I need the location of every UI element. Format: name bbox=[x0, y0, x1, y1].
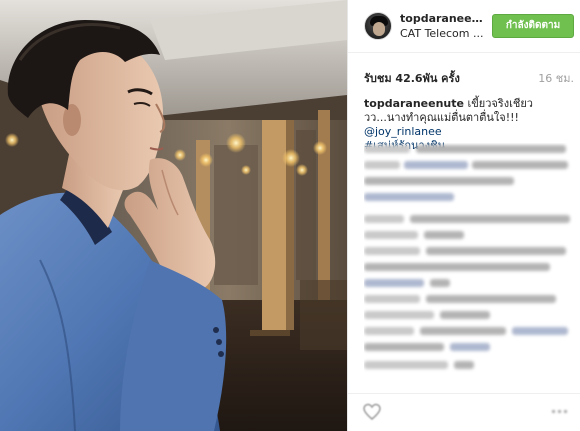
comment-text bbox=[430, 279, 450, 287]
comment-text bbox=[472, 161, 568, 169]
post-header: topdaraneenute CAT Telecom ... กำลังติดต… bbox=[348, 0, 580, 53]
username-link[interactable]: topdaraneenute bbox=[400, 12, 488, 25]
comment-mention[interactable] bbox=[364, 279, 424, 287]
view-count: รับชม 42.6พัน ครั้ง bbox=[364, 72, 460, 85]
comment-text bbox=[420, 327, 506, 335]
comment-mention[interactable] bbox=[404, 161, 468, 169]
post-sidebar: topdaraneenute CAT Telecom ... กำลังติดต… bbox=[347, 0, 580, 431]
post-photo[interactable] bbox=[0, 0, 347, 431]
comment-input[interactable] bbox=[392, 404, 542, 420]
post-stats: รับชม 42.6พัน ครั้ง 16 ชม. bbox=[364, 69, 574, 85]
comment-text bbox=[426, 295, 556, 303]
comment-username[interactable] bbox=[364, 247, 420, 255]
comment-text bbox=[440, 311, 490, 319]
comment-username[interactable] bbox=[364, 361, 448, 369]
heart-icon bbox=[363, 403, 381, 420]
more-options-icon[interactable] bbox=[552, 410, 568, 416]
comment-username[interactable] bbox=[364, 145, 410, 153]
comment-list bbox=[364, 143, 574, 379]
post-photo-illustration bbox=[0, 0, 347, 431]
like-button[interactable] bbox=[362, 402, 382, 422]
following-button[interactable]: กำลังติดตาม bbox=[492, 14, 574, 38]
comment-username[interactable] bbox=[364, 295, 420, 303]
comment-text bbox=[424, 231, 464, 239]
avatar[interactable] bbox=[364, 12, 392, 40]
comment-text bbox=[454, 361, 474, 369]
caption-mention-link[interactable]: @joy_rinlanee bbox=[364, 125, 442, 138]
comment-username[interactable] bbox=[364, 215, 404, 223]
comment-text bbox=[426, 247, 566, 255]
post-timestamp[interactable]: 16 ชม. bbox=[538, 69, 574, 87]
comment-username[interactable] bbox=[364, 327, 414, 335]
comment-username[interactable] bbox=[364, 231, 418, 239]
comment-text bbox=[416, 145, 566, 153]
comment-hashtag[interactable] bbox=[364, 193, 454, 201]
comment-text bbox=[364, 161, 400, 169]
comment-hashtag[interactable] bbox=[450, 343, 490, 351]
caption-username-link[interactable]: topdaraneenute bbox=[364, 97, 464, 110]
comment-text bbox=[364, 343, 444, 351]
comment-mention[interactable] bbox=[512, 327, 568, 335]
location-link[interactable]: CAT Telecom ... bbox=[400, 27, 488, 40]
comment-username[interactable] bbox=[364, 311, 434, 319]
comment-text bbox=[410, 215, 570, 223]
comment-text bbox=[364, 263, 550, 271]
post-footer bbox=[348, 393, 580, 431]
comment-text bbox=[364, 177, 514, 185]
